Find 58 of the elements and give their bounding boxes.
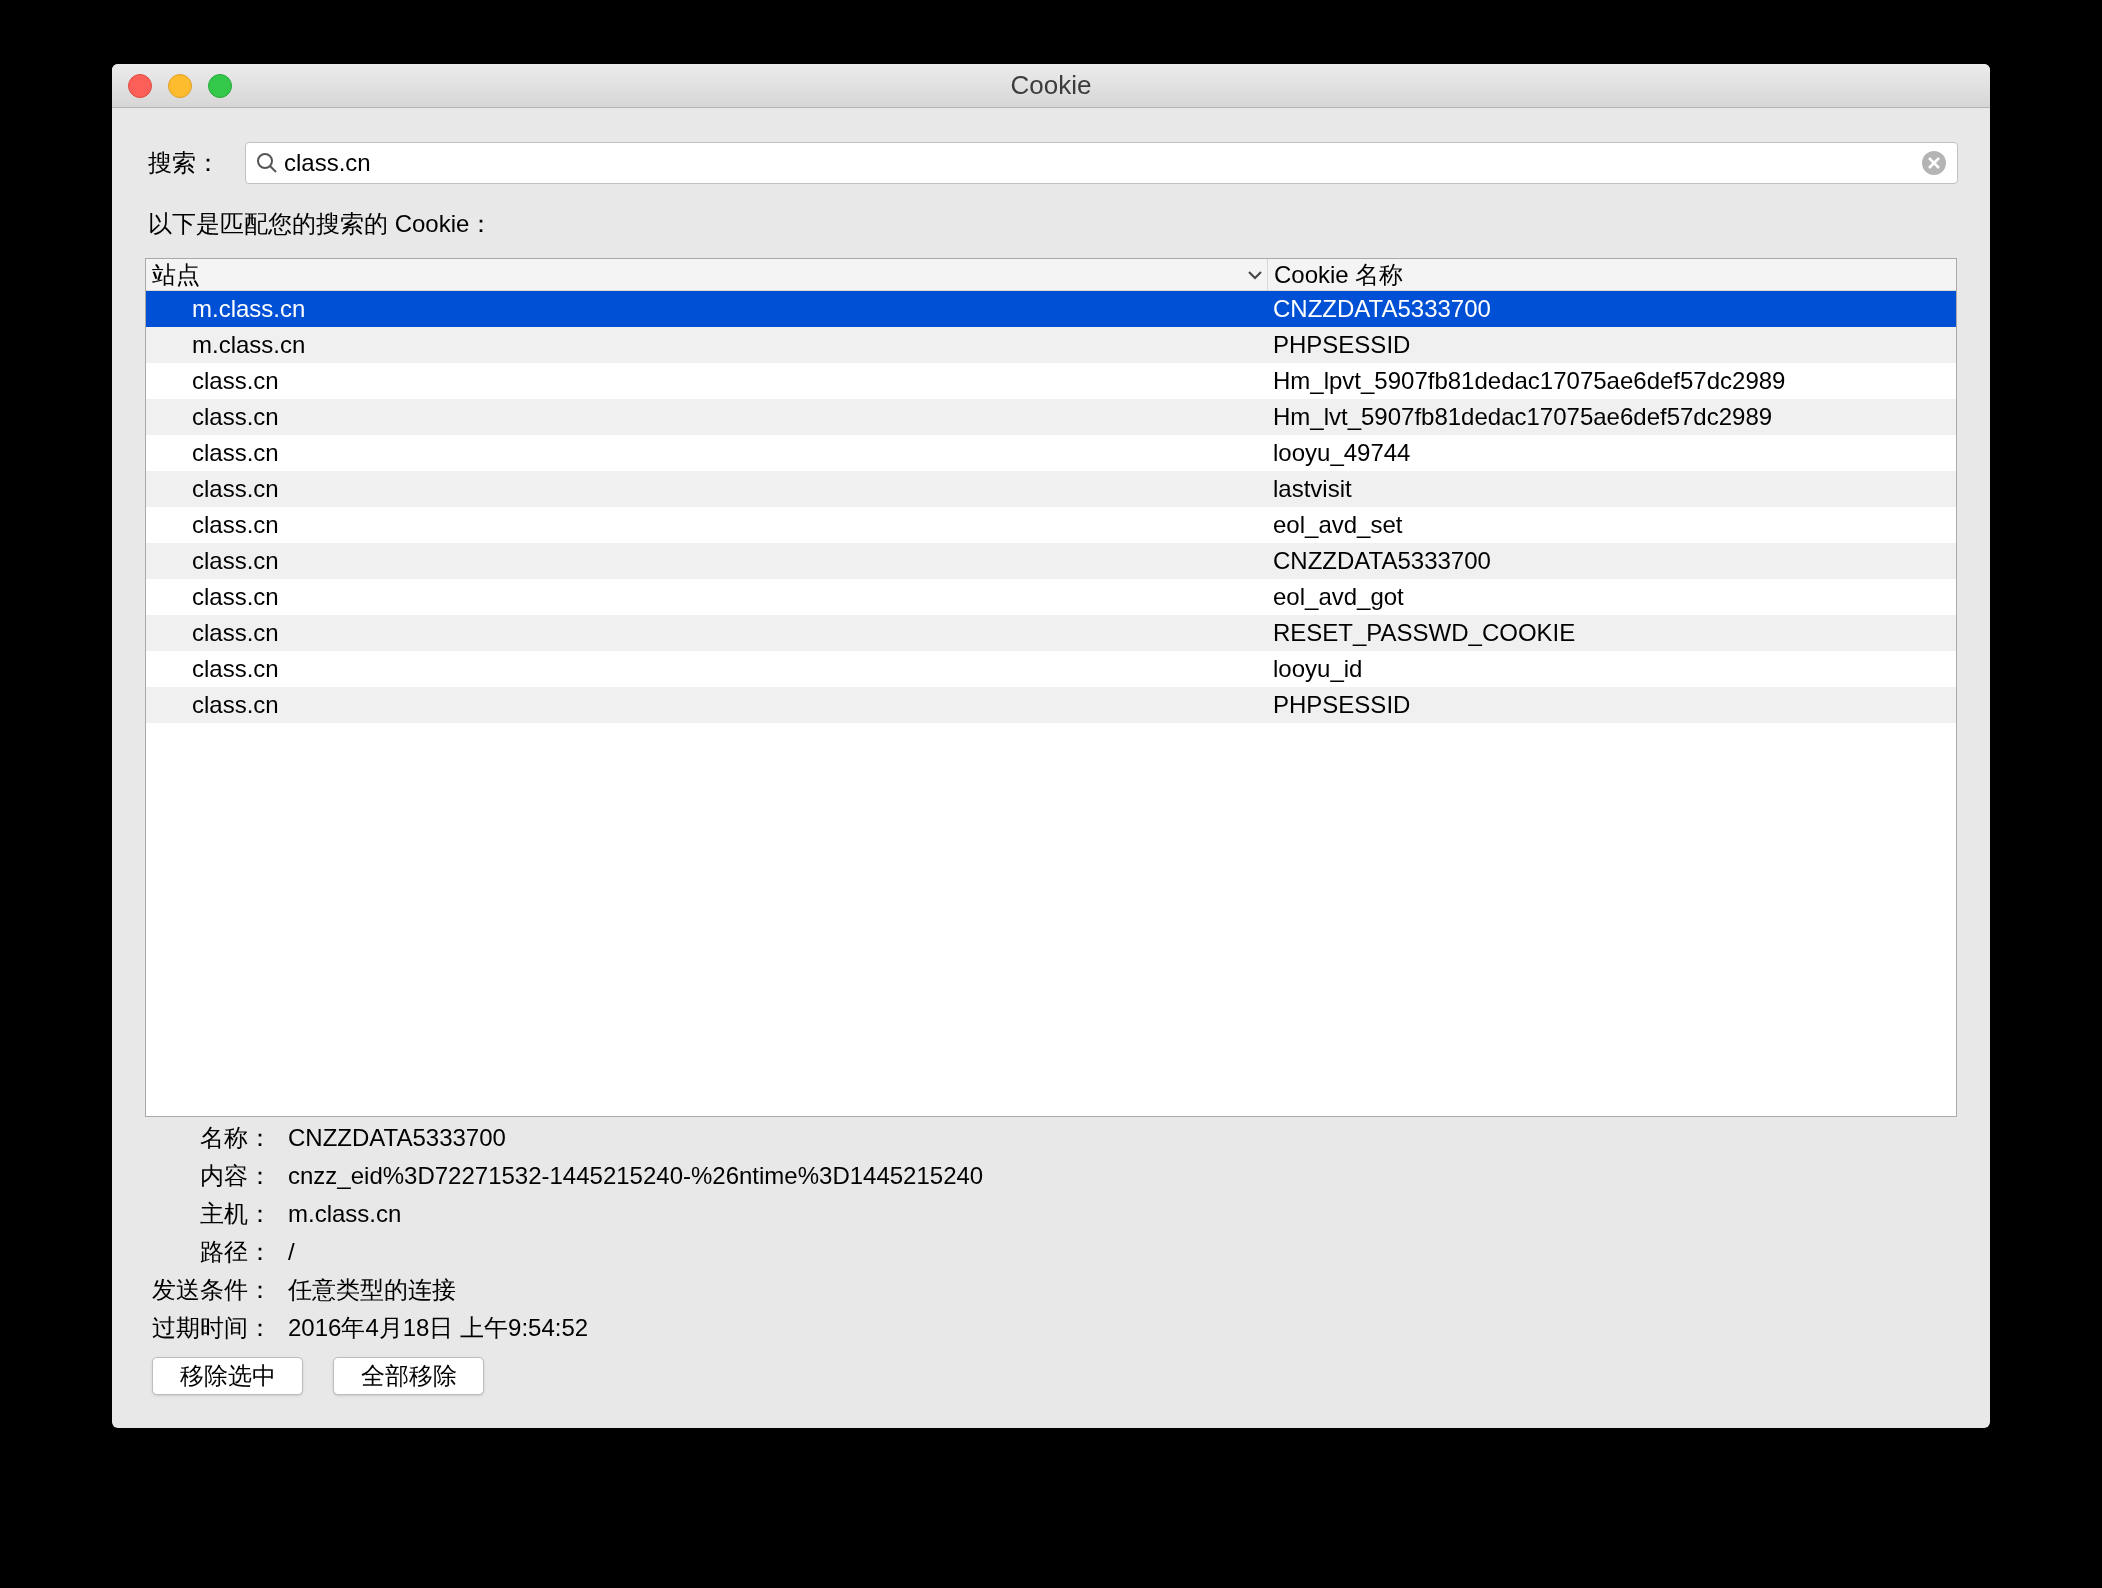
table-cell: Hm_lvt_5907fb81dedac17075ae6def57dc2989 — [1273, 403, 1773, 430]
results-caption: 以下是匹配您的搜索的 Cookie： — [148, 210, 494, 237]
table-cell: looyu_49744 — [1273, 439, 1411, 466]
table-cell: class.cn — [192, 691, 279, 718]
table-cell: CNZZDATA5333700 — [1273, 295, 1491, 322]
detail-label: 主机： — [200, 1200, 272, 1227]
column-header[interactable]: Cookie 名称 — [1274, 262, 1404, 287]
table-cell: PHPSESSID — [1273, 691, 1411, 718]
detail-label: 名称： — [200, 1124, 272, 1151]
table-row[interactable]: class.cn Hm_lvt_5907fb81dedac17075ae6def57dc2989 — [146, 399, 1956, 435]
table-cell: RESET_PASSWD_COOKIE — [1273, 619, 1576, 646]
detail-value: cnzz_eid%3D72271532-1445215240-%26ntime%3D1445215240 — [288, 1161, 984, 1191]
table-cell: m.class.cn — [192, 331, 306, 358]
table-row[interactable]: m.class.cn CNZZDATA5333700 — [146, 291, 1956, 327]
detail-value: 2016年4月18日 上午9:54:52 — [288, 1313, 589, 1343]
table-cell: lastvisit — [1273, 475, 1352, 502]
detail-label: 过期时间： — [152, 1314, 272, 1341]
sort-chevron-icon[interactable] — [1247, 268, 1263, 281]
table-cell: class.cn — [192, 583, 279, 610]
table-cell: CNZZDATA5333700 — [1273, 547, 1491, 574]
window-title: Cookie — [1010, 69, 1092, 102]
table-cell: eol_avd_set — [1273, 511, 1403, 538]
search-field[interactable]: class.cn — [245, 142, 1958, 184]
detail-label: 发送条件： — [152, 1276, 272, 1303]
table-cell: eol_avd_got — [1273, 583, 1404, 610]
clear-icon[interactable] — [1921, 150, 1947, 176]
column-header[interactable]: 站点 — [152, 262, 200, 287]
minimize-button[interactable] — [168, 73, 192, 98]
detail-label: 路径： — [200, 1238, 272, 1265]
action-button[interactable]: 全部移除 — [333, 1357, 484, 1395]
search-label: 搜索： — [148, 148, 221, 178]
table-cell: class.cn — [192, 475, 279, 502]
table-cell: class.cn — [192, 619, 279, 646]
table-cell: PHPSESSID — [1273, 331, 1411, 358]
table-row[interactable]: class.cn RESET_PASSWD_COOKIE — [146, 615, 1956, 651]
detail-value: CNZZDATA5333700 — [288, 1123, 506, 1153]
table-cell: class.cn — [192, 547, 279, 574]
detail-value: / — [288, 1237, 295, 1267]
table-cell: class.cn — [192, 403, 279, 430]
table-cell: m.class.cn — [192, 295, 306, 322]
detail-value: m.class.cn — [288, 1199, 402, 1229]
table-row[interactable]: class.cn lastvisit — [146, 471, 1956, 507]
action-button[interactable]: 移除选中 — [152, 1357, 303, 1395]
search-text: class.cn — [284, 148, 372, 178]
table-cell: Hm_lpvt_5907fb81dedac17075ae6def57dc2989 — [1273, 367, 1786, 394]
search-icon — [256, 152, 278, 174]
zoom-button[interactable] — [208, 73, 232, 98]
detail-label: 内容： — [200, 1162, 272, 1189]
close-button[interactable] — [128, 73, 152, 98]
table-row[interactable]: m.class.cn PHPSESSID — [146, 327, 1956, 363]
table-cell: looyu_id — [1273, 655, 1363, 682]
table-cell: class.cn — [192, 367, 279, 394]
table-cell: class.cn — [192, 511, 279, 538]
table-cell: class.cn — [192, 439, 279, 466]
table-cell: class.cn — [192, 655, 279, 682]
table-row[interactable]: class.cn CNZZDATA5333700 — [146, 543, 1956, 579]
table-row[interactable]: class.cn PHPSESSID — [146, 687, 1956, 723]
detail-value: 任意类型的连接 — [288, 1275, 456, 1305]
